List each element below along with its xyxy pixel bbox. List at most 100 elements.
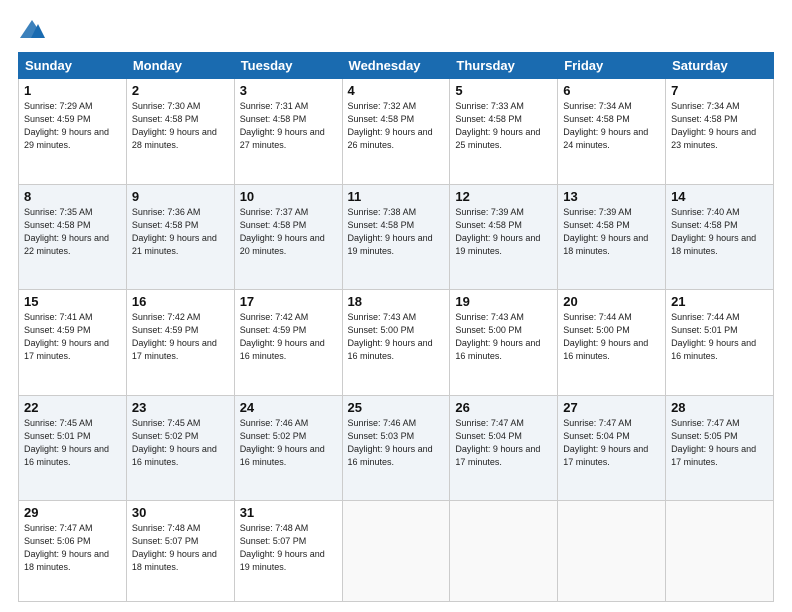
day-number: 31 [240,505,337,520]
calendar-day-cell: 26 Sunrise: 7:47 AM Sunset: 5:04 PM Dayl… [450,395,558,501]
day-number: 6 [563,83,660,98]
day-number: 18 [348,294,445,309]
calendar-day-cell: 8 Sunrise: 7:35 AM Sunset: 4:58 PM Dayli… [19,184,127,290]
calendar-table: SundayMondayTuesdayWednesdayThursdayFrid… [18,52,774,602]
calendar-day-cell: 25 Sunrise: 7:46 AM Sunset: 5:03 PM Dayl… [342,395,450,501]
calendar-day-cell: 2 Sunrise: 7:30 AM Sunset: 4:58 PM Dayli… [126,79,234,185]
day-number: 14 [671,189,768,204]
calendar-day-cell [342,501,450,602]
calendar-week-row: 1 Sunrise: 7:29 AM Sunset: 4:59 PM Dayli… [19,79,774,185]
cell-info: Sunrise: 7:45 AM Sunset: 5:02 PM Dayligh… [132,417,229,469]
day-number: 25 [348,400,445,415]
day-number: 13 [563,189,660,204]
cell-info: Sunrise: 7:44 AM Sunset: 5:00 PM Dayligh… [563,311,660,363]
cell-info: Sunrise: 7:47 AM Sunset: 5:04 PM Dayligh… [563,417,660,469]
cell-info: Sunrise: 7:43 AM Sunset: 5:00 PM Dayligh… [348,311,445,363]
day-number: 30 [132,505,229,520]
calendar-day-cell: 24 Sunrise: 7:46 AM Sunset: 5:02 PM Dayl… [234,395,342,501]
calendar-day-cell: 10 Sunrise: 7:37 AM Sunset: 4:58 PM Dayl… [234,184,342,290]
day-number: 21 [671,294,768,309]
day-number: 24 [240,400,337,415]
cell-info: Sunrise: 7:42 AM Sunset: 4:59 PM Dayligh… [240,311,337,363]
calendar-day-cell: 31 Sunrise: 7:48 AM Sunset: 5:07 PM Dayl… [234,501,342,602]
day-number: 22 [24,400,121,415]
calendar-day-cell: 11 Sunrise: 7:38 AM Sunset: 4:58 PM Dayl… [342,184,450,290]
calendar-day-cell [666,501,774,602]
calendar-day-cell: 9 Sunrise: 7:36 AM Sunset: 4:58 PM Dayli… [126,184,234,290]
cell-info: Sunrise: 7:47 AM Sunset: 5:06 PM Dayligh… [24,522,121,574]
cell-info: Sunrise: 7:43 AM Sunset: 5:00 PM Dayligh… [455,311,552,363]
day-number: 2 [132,83,229,98]
calendar-day-cell: 1 Sunrise: 7:29 AM Sunset: 4:59 PM Dayli… [19,79,127,185]
cell-info: Sunrise: 7:34 AM Sunset: 4:58 PM Dayligh… [563,100,660,152]
calendar-day-header: Friday [558,53,666,79]
calendar-day-cell: 28 Sunrise: 7:47 AM Sunset: 5:05 PM Dayl… [666,395,774,501]
calendar-week-row: 29 Sunrise: 7:47 AM Sunset: 5:06 PM Dayl… [19,501,774,602]
day-number: 15 [24,294,121,309]
calendar-day-cell: 21 Sunrise: 7:44 AM Sunset: 5:01 PM Dayl… [666,290,774,396]
calendar-day-cell: 18 Sunrise: 7:43 AM Sunset: 5:00 PM Dayl… [342,290,450,396]
calendar-day-cell: 15 Sunrise: 7:41 AM Sunset: 4:59 PM Dayl… [19,290,127,396]
day-number: 1 [24,83,121,98]
day-number: 9 [132,189,229,204]
calendar-day-cell: 4 Sunrise: 7:32 AM Sunset: 4:58 PM Dayli… [342,79,450,185]
day-number: 10 [240,189,337,204]
cell-info: Sunrise: 7:42 AM Sunset: 4:59 PM Dayligh… [132,311,229,363]
cell-info: Sunrise: 7:32 AM Sunset: 4:58 PM Dayligh… [348,100,445,152]
calendar-day-cell: 12 Sunrise: 7:39 AM Sunset: 4:58 PM Dayl… [450,184,558,290]
day-number: 17 [240,294,337,309]
logo-icon [18,18,46,42]
calendar-day-header: Saturday [666,53,774,79]
day-number: 29 [24,505,121,520]
day-number: 3 [240,83,337,98]
calendar-day-header: Sunday [19,53,127,79]
cell-info: Sunrise: 7:41 AM Sunset: 4:59 PM Dayligh… [24,311,121,363]
cell-info: Sunrise: 7:46 AM Sunset: 5:03 PM Dayligh… [348,417,445,469]
cell-info: Sunrise: 7:29 AM Sunset: 4:59 PM Dayligh… [24,100,121,152]
day-number: 16 [132,294,229,309]
cell-info: Sunrise: 7:31 AM Sunset: 4:58 PM Dayligh… [240,100,337,152]
calendar-day-cell: 20 Sunrise: 7:44 AM Sunset: 5:00 PM Dayl… [558,290,666,396]
cell-info: Sunrise: 7:34 AM Sunset: 4:58 PM Dayligh… [671,100,768,152]
calendar-day-cell: 19 Sunrise: 7:43 AM Sunset: 5:00 PM Dayl… [450,290,558,396]
calendar-day-cell: 7 Sunrise: 7:34 AM Sunset: 4:58 PM Dayli… [666,79,774,185]
calendar-day-cell: 16 Sunrise: 7:42 AM Sunset: 4:59 PM Dayl… [126,290,234,396]
cell-info: Sunrise: 7:48 AM Sunset: 5:07 PM Dayligh… [240,522,337,574]
calendar-day-cell [558,501,666,602]
day-number: 5 [455,83,552,98]
day-number: 12 [455,189,552,204]
page: SundayMondayTuesdayWednesdayThursdayFrid… [0,0,792,612]
calendar-day-header: Thursday [450,53,558,79]
day-number: 27 [563,400,660,415]
calendar-day-cell [450,501,558,602]
calendar-day-header: Wednesday [342,53,450,79]
day-number: 4 [348,83,445,98]
cell-info: Sunrise: 7:40 AM Sunset: 4:58 PM Dayligh… [671,206,768,258]
day-number: 20 [563,294,660,309]
cell-info: Sunrise: 7:30 AM Sunset: 4:58 PM Dayligh… [132,100,229,152]
calendar-day-header: Monday [126,53,234,79]
calendar-day-cell: 27 Sunrise: 7:47 AM Sunset: 5:04 PM Dayl… [558,395,666,501]
calendar-day-cell: 6 Sunrise: 7:34 AM Sunset: 4:58 PM Dayli… [558,79,666,185]
calendar-header-row: SundayMondayTuesdayWednesdayThursdayFrid… [19,53,774,79]
header [18,18,774,42]
cell-info: Sunrise: 7:37 AM Sunset: 4:58 PM Dayligh… [240,206,337,258]
cell-info: Sunrise: 7:45 AM Sunset: 5:01 PM Dayligh… [24,417,121,469]
calendar-week-row: 15 Sunrise: 7:41 AM Sunset: 4:59 PM Dayl… [19,290,774,396]
day-number: 7 [671,83,768,98]
day-number: 11 [348,189,445,204]
day-number: 28 [671,400,768,415]
calendar-day-cell: 30 Sunrise: 7:48 AM Sunset: 5:07 PM Dayl… [126,501,234,602]
calendar-day-cell: 3 Sunrise: 7:31 AM Sunset: 4:58 PM Dayli… [234,79,342,185]
day-number: 26 [455,400,552,415]
cell-info: Sunrise: 7:36 AM Sunset: 4:58 PM Dayligh… [132,206,229,258]
calendar-week-row: 8 Sunrise: 7:35 AM Sunset: 4:58 PM Dayli… [19,184,774,290]
cell-info: Sunrise: 7:48 AM Sunset: 5:07 PM Dayligh… [132,522,229,574]
cell-info: Sunrise: 7:39 AM Sunset: 4:58 PM Dayligh… [455,206,552,258]
calendar-day-cell: 17 Sunrise: 7:42 AM Sunset: 4:59 PM Dayl… [234,290,342,396]
calendar-day-cell: 5 Sunrise: 7:33 AM Sunset: 4:58 PM Dayli… [450,79,558,185]
logo [18,18,50,42]
cell-info: Sunrise: 7:35 AM Sunset: 4:58 PM Dayligh… [24,206,121,258]
cell-info: Sunrise: 7:33 AM Sunset: 4:58 PM Dayligh… [455,100,552,152]
calendar-week-row: 22 Sunrise: 7:45 AM Sunset: 5:01 PM Dayl… [19,395,774,501]
